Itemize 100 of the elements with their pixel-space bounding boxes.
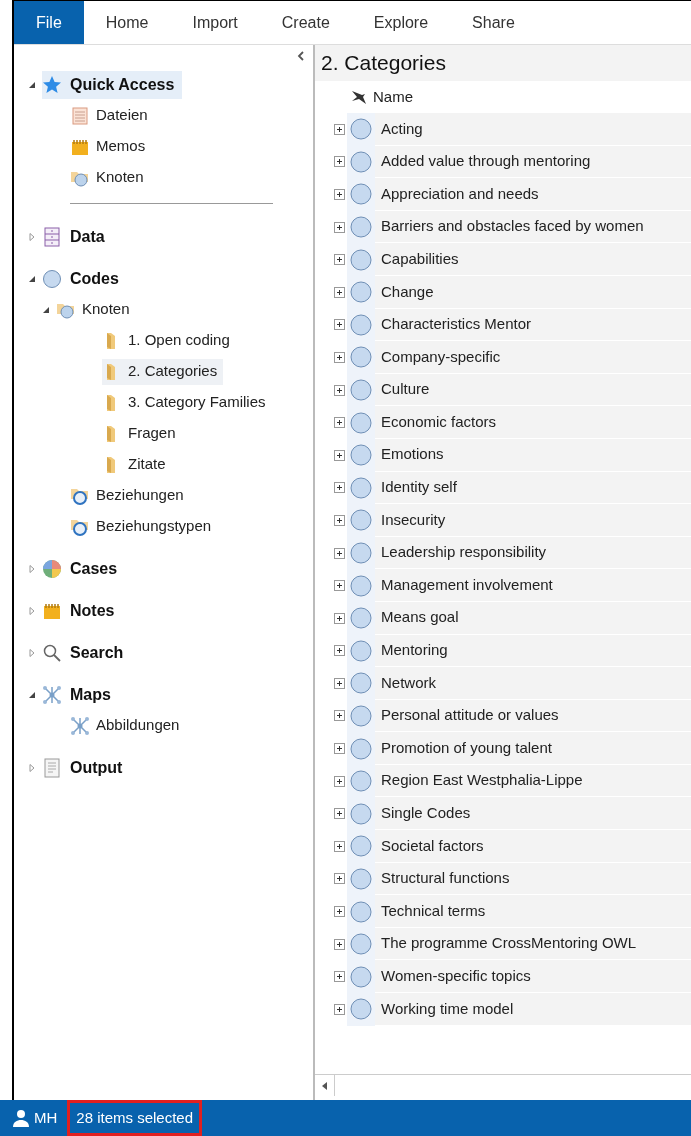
selection-count: 28 items selected xyxy=(67,1100,203,1136)
tree-group[interactable]: Cases xyxy=(42,554,126,583)
table-row[interactable]: Capabilities xyxy=(375,243,691,276)
table-row[interactable]: The programme CrossMentoring OWL xyxy=(375,927,691,961)
tree-item[interactable]: Beziehungstypen xyxy=(70,513,218,540)
table-row[interactable]: Change xyxy=(375,275,691,309)
tree-group[interactable]: Notes xyxy=(42,596,123,625)
expand-icon[interactable] xyxy=(334,417,345,429)
expand-icon[interactable] xyxy=(334,612,345,624)
tree-item[interactable]: 3. Category Families xyxy=(102,389,272,416)
table-row[interactable]: Company-specific xyxy=(375,341,691,374)
tree-item[interactable]: Dateien xyxy=(70,102,154,129)
expand-icon[interactable] xyxy=(334,384,345,396)
expand-icon[interactable] xyxy=(334,743,345,755)
table-row[interactable]: Societal factors xyxy=(375,830,691,863)
tree-group[interactable]: Output xyxy=(42,753,131,782)
menu-tab[interactable]: Create xyxy=(259,1,352,44)
table-row[interactable]: Women-specific topics xyxy=(375,960,691,994)
user-initials: MH xyxy=(34,1107,58,1128)
table-row[interactable]: Personal attitude or values xyxy=(375,699,691,733)
tree-group[interactable]: Maps xyxy=(42,680,119,709)
expand-icon[interactable] xyxy=(334,645,345,657)
table-row[interactable]: Management involvement xyxy=(375,569,691,602)
table-row[interactable]: Technical terms xyxy=(375,895,691,928)
menu-tab[interactable]: Share xyxy=(450,1,537,44)
expand-icon[interactable] xyxy=(334,319,345,331)
tree-group[interactable]: Data xyxy=(42,222,113,251)
expand-icon[interactable] xyxy=(334,254,345,266)
table-row[interactable]: Means goal xyxy=(375,601,691,635)
circle-icon xyxy=(350,965,372,988)
tree-item[interactable]: Knoten xyxy=(70,164,150,191)
tree-group[interactable]: Quick Access xyxy=(42,70,183,99)
table-row[interactable]: Economic factors xyxy=(375,406,691,439)
search-icon xyxy=(42,642,62,663)
table-row[interactable]: Identity self xyxy=(375,471,691,505)
table-row[interactable]: Barriers and obstacles faced by women xyxy=(375,210,691,244)
expand-icon[interactable] xyxy=(334,286,345,298)
tree-item[interactable]: 2. Categories xyxy=(102,358,224,385)
expand-icon[interactable] xyxy=(334,482,345,494)
table-row[interactable]: Insecurity xyxy=(375,504,691,537)
tree-group[interactable]: Search xyxy=(42,638,132,667)
expand-icon[interactable] xyxy=(334,710,345,722)
table-row[interactable]: Culture xyxy=(375,373,691,407)
tree-item[interactable]: Fragen xyxy=(102,420,182,447)
column-header[interactable]: Name xyxy=(373,85,413,109)
expanded-arrow-icon[interactable] xyxy=(42,305,50,314)
tree-item[interactable]: Knoten xyxy=(56,296,136,323)
table-row[interactable]: Single Codes xyxy=(375,797,691,831)
tree-item[interactable]: 1. Open coding xyxy=(102,327,236,354)
table-row[interactable]: Structural functions xyxy=(375,862,691,896)
expand-icon[interactable] xyxy=(334,808,345,820)
menu-tab[interactable]: Import xyxy=(170,1,260,44)
table-row[interactable]: Mentoring xyxy=(375,634,691,668)
expanded-arrow-icon[interactable] xyxy=(28,690,36,699)
tree-item[interactable]: Zitate xyxy=(102,451,172,478)
expand-icon[interactable] xyxy=(334,449,345,461)
table-row[interactable]: Appreciation and needs xyxy=(375,178,691,211)
expanded-arrow-icon[interactable] xyxy=(28,274,36,283)
table-row[interactable]: Leadership responsibility xyxy=(375,536,691,570)
expand-icon[interactable] xyxy=(334,514,345,526)
expand-icon[interactable] xyxy=(334,775,345,787)
star-icon xyxy=(42,74,62,95)
expand-icon[interactable] xyxy=(334,547,345,559)
table-row[interactable]: Region East Westphalia-Lippe xyxy=(375,764,691,798)
tree-item[interactable]: Memos xyxy=(70,133,152,160)
expand-icon[interactable] xyxy=(334,873,345,885)
tree-item[interactable]: Abbildungen xyxy=(70,712,186,739)
menu-tab[interactable]: File xyxy=(14,1,84,44)
circle-icon xyxy=(350,281,372,304)
table-row[interactable]: Network xyxy=(375,667,691,700)
expand-icon[interactable] xyxy=(334,1003,345,1015)
pin-icon xyxy=(351,89,367,105)
circle-icon xyxy=(350,509,372,532)
expand-icon[interactable] xyxy=(334,840,345,852)
expand-icon[interactable] xyxy=(334,971,345,983)
table-row[interactable]: Working time model xyxy=(375,993,691,1026)
table-row[interactable]: Added value through mentoring xyxy=(375,145,691,179)
expand-icon[interactable] xyxy=(334,156,345,168)
cabinet-icon xyxy=(42,226,62,247)
expand-icon[interactable] xyxy=(334,580,345,592)
expanded-arrow-icon[interactable] xyxy=(28,80,36,89)
expand-icon[interactable] xyxy=(334,677,345,689)
tree-group[interactable]: Codes xyxy=(42,264,127,293)
menu-tab[interactable]: Explore xyxy=(351,1,451,44)
table-row[interactable]: Acting xyxy=(375,113,691,146)
circle-icon xyxy=(350,542,372,564)
tree-item[interactable]: Beziehungen xyxy=(70,482,190,509)
expand-icon[interactable] xyxy=(334,938,345,950)
circle-icon xyxy=(350,607,372,630)
circle-icon xyxy=(350,900,372,923)
collapse-chevron-icon[interactable] xyxy=(297,51,305,61)
table-row[interactable]: Emotions xyxy=(375,438,691,472)
menu-tab[interactable]: Home xyxy=(83,1,171,44)
expand-icon[interactable] xyxy=(334,906,345,918)
expand-icon[interactable] xyxy=(334,351,345,363)
expand-icon[interactable] xyxy=(334,221,345,233)
table-row[interactable]: Characteristics Mentor xyxy=(375,308,691,342)
expand-icon[interactable] xyxy=(334,123,345,135)
table-row[interactable]: Promotion of young talent xyxy=(375,732,691,765)
expand-icon[interactable] xyxy=(334,189,345,200)
